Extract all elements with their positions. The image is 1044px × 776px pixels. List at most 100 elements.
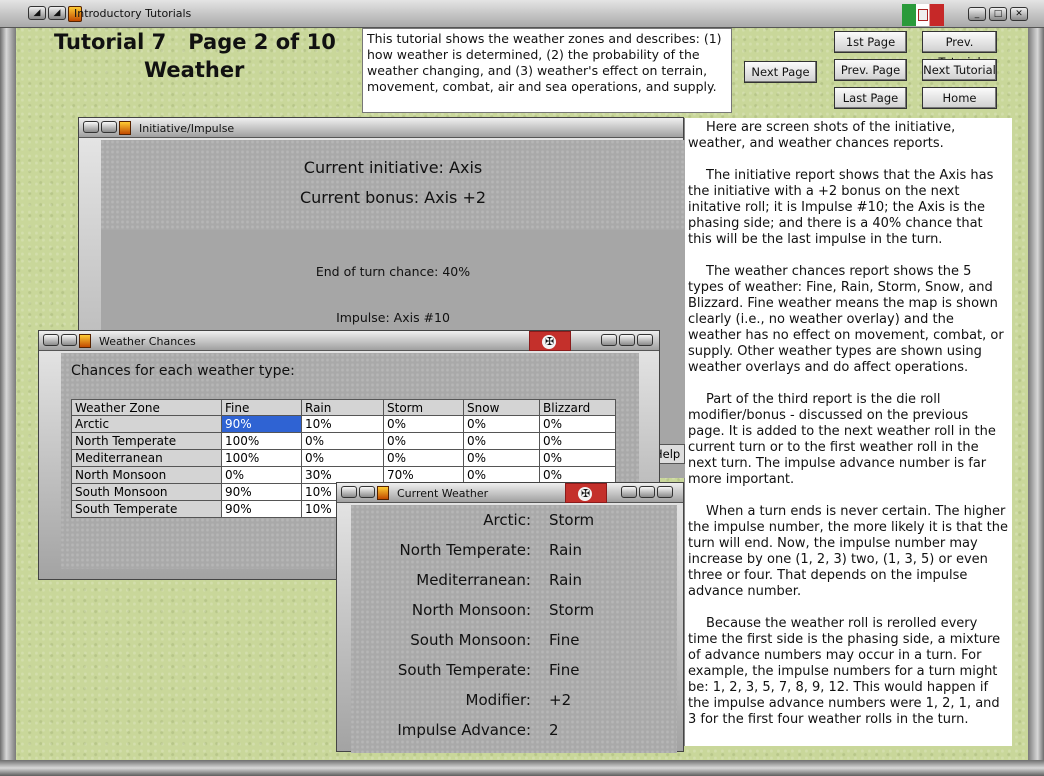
weather-zone-value: Rain [549, 571, 582, 589]
weather-zone-label: North Temperate: [399, 541, 531, 559]
topic-title: Weather [144, 58, 245, 82]
chance-cell[interactable]: 0% [383, 432, 464, 450]
weather-chances-restore-button[interactable] [61, 334, 77, 346]
minimize-button[interactable]: _ [968, 7, 986, 21]
chance-cell[interactable]: 0% [539, 415, 616, 433]
column-header[interactable]: Snow [463, 399, 540, 416]
current-weather-minimize-button[interactable] [621, 486, 637, 498]
note-paragraph: Because the weather roll is rerolled eve… [688, 616, 1001, 727]
prev-tutorial-button[interactable]: Prev. Tutorial [922, 31, 997, 69]
page-label: Page 2 of 10 [188, 30, 336, 54]
initiative-header-panel: Current initiative: Axis Current bonus: … [101, 140, 685, 230]
axis-flag-icon: ✠ [529, 331, 571, 351]
italy-flag-icon [902, 4, 944, 26]
chance-cell[interactable]: 10% [301, 415, 384, 433]
tutorial-description: This tutorial shows the weather zones an… [362, 28, 732, 113]
table-row[interactable]: Mediterranean 100% 0% 0% 0% 0% [71, 449, 616, 467]
chance-cell[interactable]: 0% [539, 466, 616, 484]
chance-cell[interactable]: 0% [301, 432, 384, 450]
note-paragraph: The initiative report shows that the Axi… [688, 168, 994, 247]
current-weather-window: Current Weather ✠ Arctic: Storm North Te… [336, 482, 684, 753]
current-weather-maximize-button[interactable] [639, 486, 655, 498]
current-initiative: Current initiative: Axis [303, 158, 483, 177]
chance-cell[interactable]: 100% [221, 432, 302, 450]
table-row[interactable]: Arctic 90% 10% 0% 0% 0% [71, 415, 616, 433]
current-weather-close-button[interactable] [657, 486, 673, 498]
axis-flag-icon: ✠ [565, 483, 607, 503]
titlebar-right-controls: _ □ ✕ [968, 7, 1028, 21]
weather-zone-label: South Temperate: [397, 661, 531, 679]
initiative-restore-button[interactable] [101, 121, 117, 133]
table-header-row: Weather Zone Fine Rain Storm Snow Blizza… [71, 399, 616, 416]
initiative-system-button[interactable] [83, 121, 99, 133]
table-row[interactable]: North Monsoon 0% 30% 70% 0% 0% [71, 466, 616, 484]
next-tutorial-button[interactable]: Next Tutorial [922, 59, 997, 81]
chance-cell[interactable]: 0% [383, 415, 464, 433]
column-header[interactable]: Fine [221, 399, 302, 416]
weather-zone-label: Arctic: [483, 511, 531, 529]
last-page-button[interactable]: Last Page [834, 87, 907, 109]
initiative-window-left-controls [83, 121, 131, 135]
current-bonus: Current bonus: Axis +2 [299, 188, 487, 207]
end-of-turn-chance: End of turn chance: 40% [315, 264, 471, 279]
next-page-button[interactable]: Next Page [744, 61, 817, 83]
weather-chances-close-button[interactable] [637, 334, 653, 346]
note-paragraph: Part of the third report is the die roll… [688, 392, 996, 487]
modifier-label: Modifier: [465, 691, 531, 709]
restore-button[interactable]: ◢ [48, 6, 66, 20]
chance-cell[interactable]: 100% [221, 449, 302, 467]
zone-cell: North Temperate [71, 432, 222, 450]
chance-cell[interactable]: 0% [301, 449, 384, 467]
chance-cell[interactable]: 90% [221, 415, 302, 433]
column-header[interactable]: Rain [301, 399, 384, 416]
zone-cell: South Monsoon [71, 483, 222, 501]
column-header[interactable]: Blizzard [539, 399, 616, 416]
chance-cell[interactable]: 0% [539, 449, 616, 467]
chance-cell[interactable]: 90% [221, 500, 302, 518]
zone-cell: Arctic [71, 415, 222, 433]
weather-chances-system-button[interactable] [43, 334, 59, 346]
page-heading: Tutorial 7 Page 2 of 10 Weather [54, 30, 354, 82]
column-header[interactable]: Weather Zone [71, 399, 222, 416]
weather-chances-caption: Chances for each weather type: [71, 363, 295, 379]
zone-cell: South Temperate [71, 500, 222, 518]
initiative-window-title: Initiative/Impulse [139, 122, 235, 135]
chance-cell[interactable]: 0% [463, 415, 540, 433]
frame-bottom [0, 760, 1044, 776]
impulse-advance-value: 2 [549, 721, 559, 739]
first-page-button[interactable]: 1st Page [834, 31, 907, 53]
current-weather-restore-button[interactable] [359, 486, 375, 498]
note-paragraph: The weather chances report shows the 5 t… [688, 264, 1004, 375]
table-row[interactable]: North Temperate 100% 0% 0% 0% 0% [71, 432, 616, 450]
system-menu-button[interactable]: ◢ [28, 6, 46, 20]
window-title: Introductory Tutorials [74, 7, 192, 20]
chance-cell[interactable]: 90% [221, 483, 302, 501]
chance-cell[interactable]: 0% [383, 449, 464, 467]
chance-cell[interactable]: 0% [539, 432, 616, 450]
current-weather-right-controls [621, 486, 673, 498]
frame-right [1028, 28, 1044, 776]
prev-page-button[interactable]: Prev. Page [834, 59, 907, 81]
weather-chances-minimize-button[interactable] [601, 334, 617, 346]
chance-cell[interactable]: 0% [221, 466, 302, 484]
frame-left [0, 28, 16, 776]
weather-chances-maximize-button[interactable] [619, 334, 635, 346]
note-paragraph: When a turn ends is never certain. The h… [688, 504, 1008, 599]
weather-zone-label: Mediterranean: [416, 571, 531, 589]
current-weather-left-controls [341, 486, 389, 500]
column-header[interactable]: Storm [383, 399, 464, 416]
chance-cell[interactable]: 70% [383, 466, 464, 484]
zone-cell: North Monsoon [71, 466, 222, 484]
app-icon [119, 121, 131, 135]
chance-cell[interactable]: 0% [463, 432, 540, 450]
current-weather-system-button[interactable] [341, 486, 357, 498]
maximize-button[interactable]: □ [989, 7, 1007, 21]
app-icon [79, 334, 91, 348]
weather-zone-value: Fine [549, 631, 580, 649]
home-button[interactable]: Home [922, 87, 997, 109]
close-button[interactable]: ✕ [1010, 7, 1028, 21]
chance-cell[interactable]: 30% [301, 466, 384, 484]
chance-cell[interactable]: 0% [463, 449, 540, 467]
chance-cell[interactable]: 0% [463, 466, 540, 484]
app-titlebar: ◢ ◢ Introductory Tutorials _ □ ✕ [0, 0, 1044, 28]
